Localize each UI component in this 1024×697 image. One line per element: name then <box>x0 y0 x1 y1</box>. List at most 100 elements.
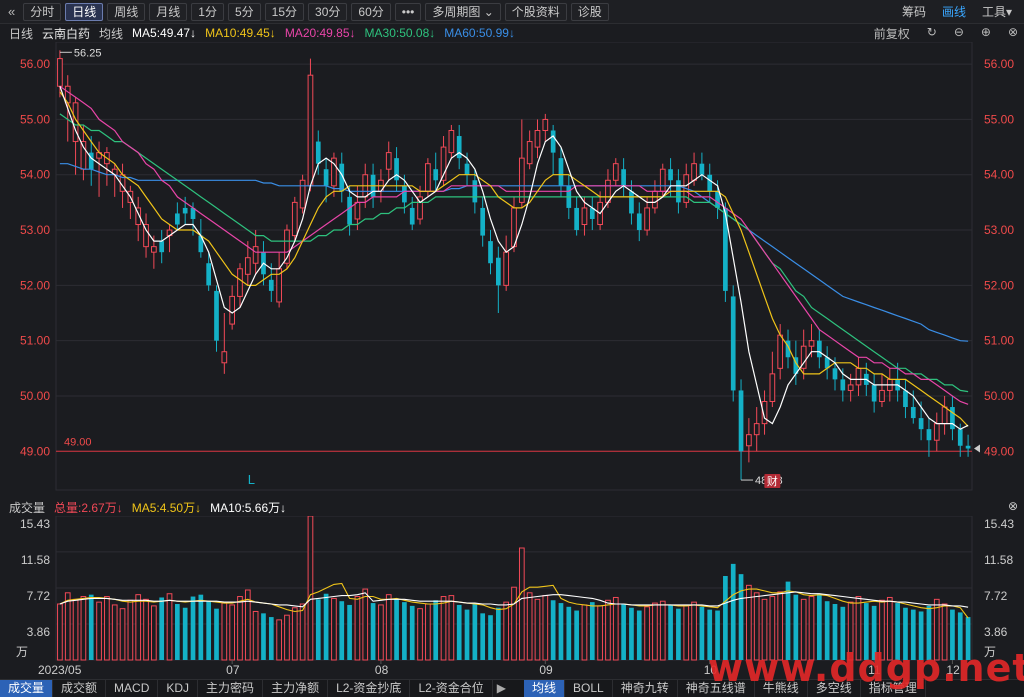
multi-period-dropdown[interactable]: 多周期图 ⌄ <box>425 2 501 21</box>
tab-turnover[interactable]: 成交额 <box>53 680 107 697</box>
candle-body <box>409 207 415 225</box>
candle-body <box>214 290 219 341</box>
volume-bar <box>143 598 149 661</box>
volume-bar <box>378 604 384 661</box>
period-btn-15min[interactable]: 15分 <box>264 2 305 21</box>
tab-boll[interactable]: BOLL <box>565 680 613 697</box>
volume-bar <box>480 613 486 660</box>
support-label: 49.00 <box>64 436 92 448</box>
period-btn-30min[interactable]: 30分 <box>308 2 348 21</box>
candle-body <box>659 168 666 192</box>
volume-bar <box>307 516 314 661</box>
candle-body <box>629 191 634 214</box>
ma-settings-link[interactable]: 均线 <box>99 25 123 42</box>
cai-badge[interactable]: 财 <box>767 474 778 488</box>
close-volume-icon[interactable]: ⊗ <box>1008 499 1018 513</box>
price-plot-frame <box>55 42 973 491</box>
volume-tick-left: 7.72 <box>27 589 51 603</box>
candle-body <box>518 157 525 203</box>
price-tick-right: 50.00 <box>984 389 1014 403</box>
volume-bar <box>503 601 510 661</box>
volume-bar <box>206 601 212 660</box>
volume-ma10: MA10:5.66万↓ <box>210 500 287 515</box>
diagnose-button[interactable]: 诊股 <box>570 2 609 21</box>
candle-body <box>456 136 462 159</box>
volume-bar <box>699 606 705 660</box>
candle-body <box>347 196 352 225</box>
period-btn-daily[interactable]: 日线 <box>65 2 104 21</box>
tab-kdj[interactable]: KDJ <box>158 680 199 697</box>
tab-main-net[interactable]: 主力净额 <box>263 680 329 697</box>
tab-main-code[interactable]: 主力密码 <box>198 680 264 697</box>
volume-bar <box>550 600 556 660</box>
candle-body <box>385 152 392 170</box>
tab-ma[interactable]: 均线 <box>524 680 566 697</box>
volume-bar <box>526 592 533 661</box>
volume-bar <box>621 604 626 660</box>
ma10-value: MA10:49.45↓ <box>205 26 276 40</box>
period-btn-monthly[interactable]: 月线 <box>149 2 188 21</box>
price-tick-left: 51.00 <box>20 334 50 348</box>
tab-macd[interactable]: MACD <box>106 680 159 697</box>
volume-bar <box>214 608 219 660</box>
period-btn-weekly[interactable]: 周线 <box>107 2 146 21</box>
candle-body <box>871 384 877 402</box>
reset-icon[interactable]: ↻ <box>927 25 937 42</box>
adjust-mode-button[interactable]: 前复权 <box>874 25 910 42</box>
stock-profile-button[interactable]: 个股资料 <box>504 2 567 21</box>
candle-body <box>965 445 971 449</box>
volume-bar <box>354 596 361 661</box>
candle-body <box>175 213 180 225</box>
period-btn-60min[interactable]: 60分 <box>351 2 391 21</box>
volume-bar <box>691 601 697 661</box>
candle-body <box>323 169 329 186</box>
chip-distribution-button[interactable]: 筹码 <box>902 3 926 20</box>
date-tick-label: 08 <box>375 663 389 677</box>
candle-body <box>753 423 760 436</box>
tab-volume[interactable]: 成交量 <box>0 680 54 697</box>
tab-scroll-arrow-icon[interactable]: ▶ <box>493 680 510 697</box>
candle-body <box>840 379 846 391</box>
candle-body <box>636 213 642 231</box>
volume-bar <box>88 594 94 660</box>
volume-bar <box>385 594 392 661</box>
high-label: 56.25 <box>74 47 102 59</box>
close-panel-icon[interactable]: ⊗ <box>1008 25 1018 42</box>
ma5-value: MA5:49.47↓ <box>132 26 197 40</box>
candle-body <box>151 246 157 253</box>
candle-body <box>769 373 776 403</box>
tab-l2-bottom[interactable]: L2-资金抄底 <box>328 680 411 697</box>
candle-body <box>206 263 212 286</box>
candle-body <box>244 257 251 275</box>
tab-nine-turn[interactable]: 神奇九转 <box>613 680 678 697</box>
period-btn-1min[interactable]: 1分 <box>191 2 224 21</box>
draw-line-button[interactable]: 画线 <box>942 3 966 20</box>
zoom-in-icon[interactable]: ⊕ <box>981 25 991 42</box>
candle-body <box>855 367 862 386</box>
volume-bar <box>558 603 564 660</box>
more-periods-button[interactable]: ••• <box>394 2 422 21</box>
candle-body <box>268 279 274 291</box>
collapse-arrow-icon[interactable]: « <box>4 4 19 19</box>
zoom-out-icon[interactable]: ⊖ <box>954 25 964 42</box>
volume-bar <box>440 596 447 661</box>
candle-body <box>910 407 916 419</box>
price-tick-right: 49.00 <box>984 444 1014 458</box>
candle-body <box>307 74 314 187</box>
tab-l2-position[interactable]: L2-资金合位 <box>410 680 493 697</box>
volume-bar <box>433 600 439 660</box>
volume-bar <box>417 608 423 661</box>
period-btn-5min[interactable]: 5分 <box>227 2 261 21</box>
price-tick-left: 54.00 <box>20 168 50 182</box>
volume-unit-left: 万 <box>16 645 28 659</box>
period-btn-fenshi[interactable]: 分时 <box>23 2 62 21</box>
volume-bar <box>472 603 478 660</box>
tools-menu-button[interactable]: 工具▾ <box>982 3 1012 20</box>
ma60-value: MA60:50.99↓ <box>444 26 515 40</box>
volume-bar <box>464 609 470 660</box>
volume-bar <box>612 596 619 661</box>
price-tick-left: 53.00 <box>20 223 50 237</box>
candle-body <box>542 118 549 131</box>
candlestick-chart[interactable]: 56.00 56.00 55.00 55.00 54.00 54.00 53.00 53.00… <box>0 42 1024 494</box>
volume-bar <box>57 603 63 661</box>
